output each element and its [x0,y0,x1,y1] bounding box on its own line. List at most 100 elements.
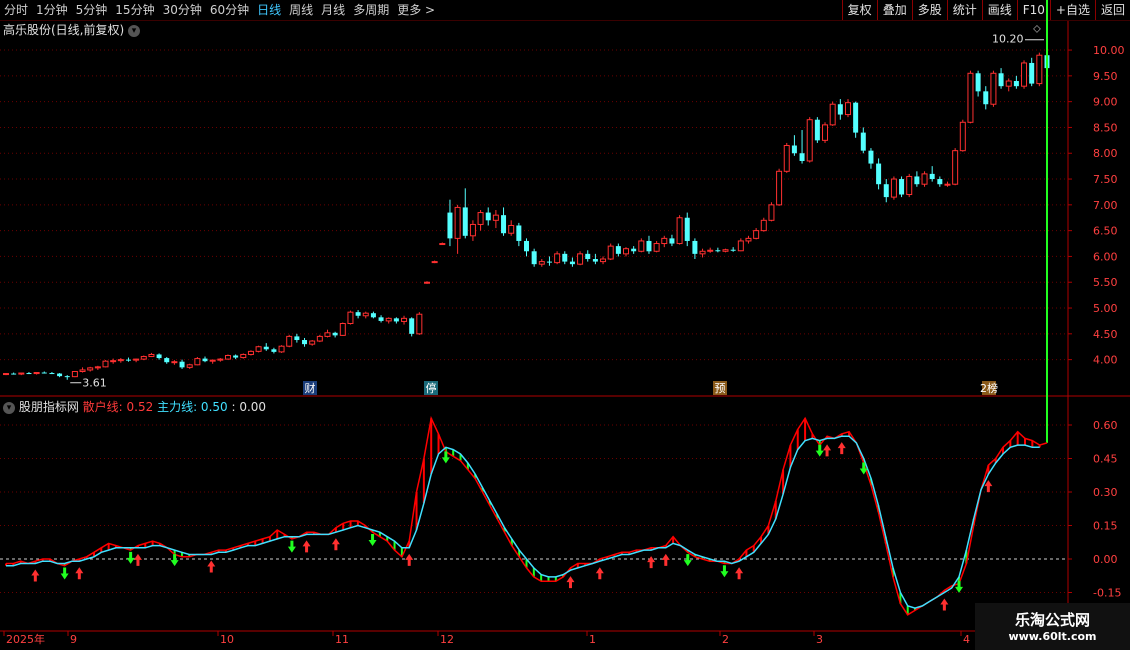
candle-body [516,225,522,241]
candle-body [140,356,147,360]
sell-arrow-icon [126,551,135,564]
candle-body [929,173,935,180]
candle-body [49,373,55,375]
candle-body [26,373,32,375]
price-tick-label: 7.00 [1093,199,1118,212]
candle-body [607,245,614,260]
candle-body [806,119,813,162]
candle-body [715,250,721,252]
candle-body [615,246,621,254]
candle-body [906,175,913,196]
candle-body [71,370,78,378]
candle-body [899,179,905,195]
candle-body [278,345,285,353]
candle-body [592,259,598,262]
event-marker-text: 停 [426,381,437,395]
candle-body [990,72,997,105]
candle-body [41,372,47,374]
date-tick-label: 2025年 [6,632,45,646]
candle-body [263,346,269,350]
candle-body [554,253,561,264]
candle-body [202,358,208,362]
price-tick-label: 7.50 [1093,173,1118,186]
candle-body [983,91,989,105]
price-tick-label: 5.50 [1093,276,1118,289]
candle-body [959,121,966,152]
candle-body [876,163,882,185]
candle-body [937,179,943,185]
candle-body [577,253,584,265]
candle-body [783,145,790,172]
candle-body [194,358,201,366]
candle-body [921,173,928,185]
buy-arrow-icon [647,556,656,569]
candle-body [439,243,446,246]
candle-body [125,359,131,361]
candle-body [462,207,468,236]
candle-body [822,124,829,141]
candle-body [302,340,308,345]
candle-body [799,153,805,161]
candle-body [133,358,140,361]
candle-body [860,132,866,151]
candle-body [423,281,430,284]
candle-body [699,250,706,255]
candle-body [217,358,224,361]
candle-body [837,104,843,115]
candle-body [102,360,109,368]
indicator-tick-label: 0.60 [1093,419,1118,432]
sell-arrow-icon [815,444,824,457]
retail-line [6,415,1048,616]
price-tick-label: 5.00 [1093,302,1118,315]
event-marker-text: 2榜 [980,381,998,395]
candle-body [707,249,714,252]
date-tick-label: 1 [589,633,596,646]
candle-body [332,332,338,336]
candle-body [883,184,889,198]
candle-body [623,248,630,255]
candle-body [853,102,859,133]
price-tick-label: 6.00 [1093,250,1118,263]
candle-body [814,119,820,141]
buy-arrow-icon [940,598,949,611]
buy-arrow-icon [207,560,216,573]
buy-arrow-icon [302,540,311,553]
candle-body [890,178,897,198]
candle-body [240,353,247,359]
date-tick-label: 3 [816,633,823,646]
buy-arrow-icon [823,444,832,457]
candle-body [952,150,959,185]
chart-canvas[interactable]: 4.00 4.50 5.00 5.50 6.00 6.50 7.00 7.50 8.00 8.50… [0,0,1130,650]
price-tick-label: 4.50 [1093,328,1118,341]
candle-body [768,204,775,221]
candle-body [271,349,277,352]
date-tick-label: 10 [220,633,234,646]
candle-body [868,150,874,164]
candle-body [944,183,951,186]
candle-body [730,249,736,251]
candle-body [33,372,40,375]
candle-body [745,237,752,242]
candle-body [684,217,690,241]
candle-body [156,354,162,359]
buy-arrow-icon [566,576,575,589]
buy-arrow-icon [837,442,846,455]
buy-arrow-icon [984,480,993,493]
candle-body [469,223,476,237]
sell-arrow-icon [60,567,69,580]
sell-arrow-icon [955,580,964,593]
candle-body [247,350,254,355]
candle-body [186,364,193,368]
candle-body [393,318,399,322]
candle-body [416,313,423,335]
candle-body [233,355,239,358]
candle-body [508,224,515,234]
indicator-tick-label: 0.30 [1093,486,1118,499]
sell-arrow-icon [683,554,692,567]
buy-arrow-icon [595,567,604,580]
candle-body [64,376,70,378]
candle-body [1036,54,1043,85]
candle-body [294,336,300,341]
buy-arrow-icon [735,567,744,580]
candle-body [791,145,797,154]
